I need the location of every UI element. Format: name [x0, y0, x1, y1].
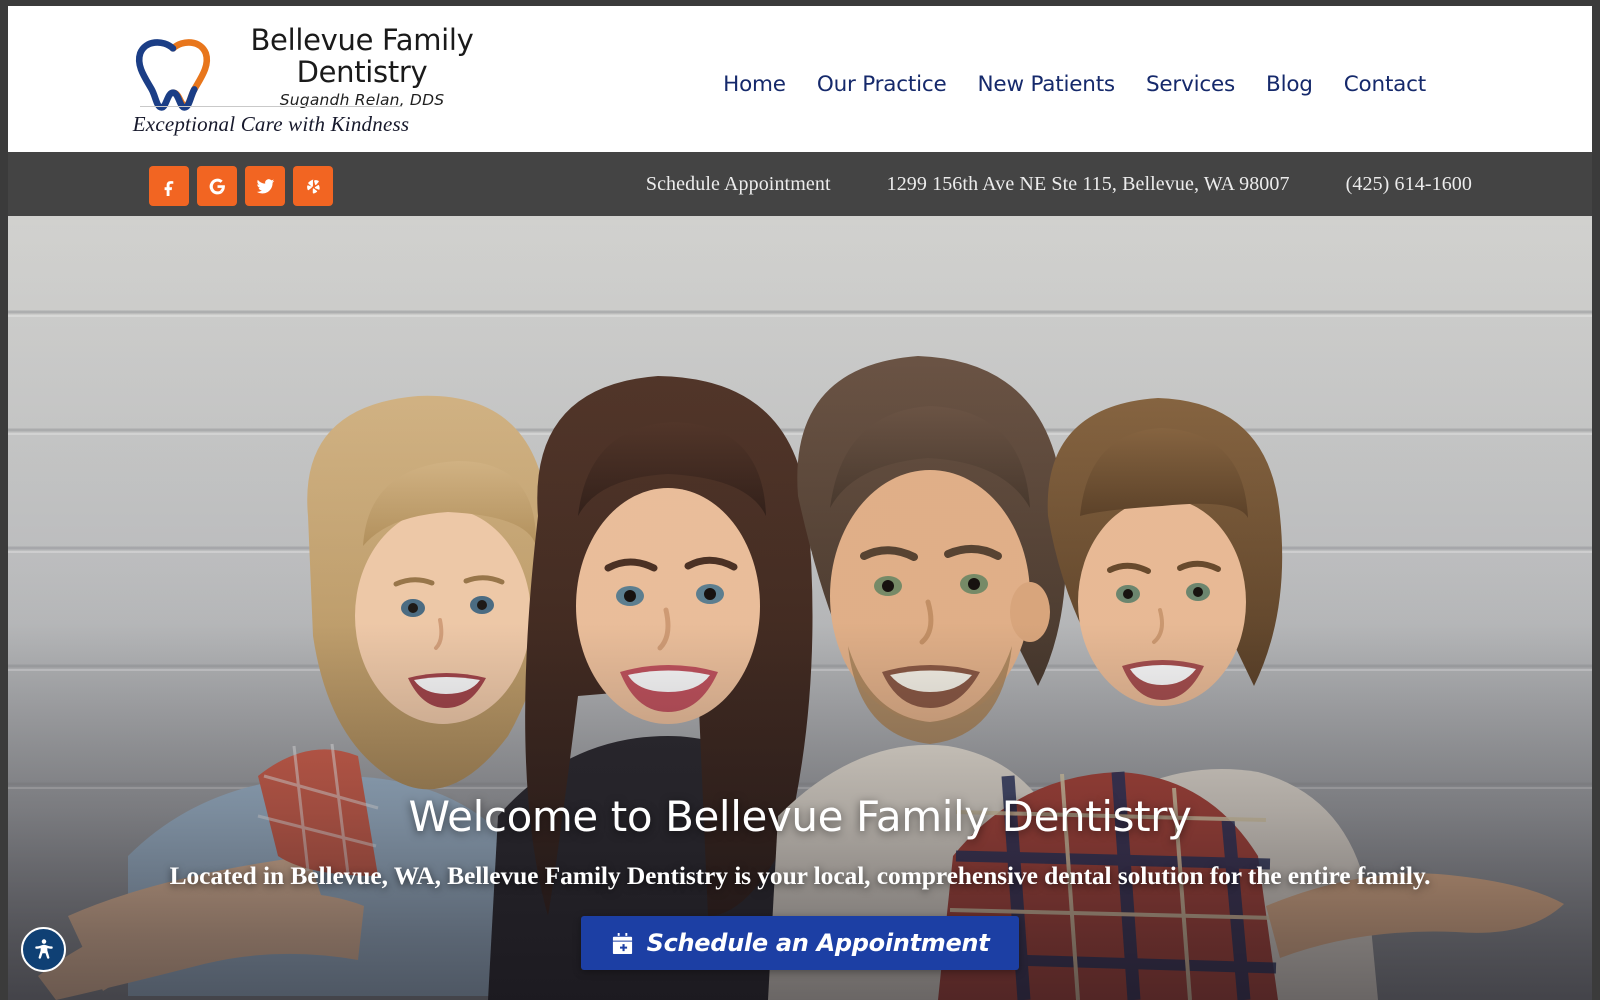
site-logo[interactable]: Bellevue Family Dentistry Sugandh Relan,… — [132, 24, 502, 136]
schedule-appointment-button[interactable]: Schedule an Appointment — [580, 916, 1020, 970]
hero-content: Welcome to Bellevue Family Dentistry Loc… — [8, 216, 1592, 1000]
facebook-icon[interactable] — [149, 166, 189, 206]
google-icon[interactable] — [197, 166, 237, 206]
nav-item-services[interactable]: Services — [1146, 72, 1235, 97]
site-header: Bellevue Family Dentistry Sugandh Relan,… — [8, 6, 1592, 152]
nav-item-our-practice[interactable]: Our Practice — [817, 72, 947, 97]
twitter-icon[interactable] — [245, 166, 285, 206]
logo-wordmark: Bellevue Family Dentistry Sugandh Relan,… — [222, 24, 502, 109]
accessibility-icon[interactable] — [21, 927, 66, 972]
browser-frame: Bellevue Family Dentistry Sugandh Relan,… — [0, 0, 1600, 1000]
practice-phone[interactable]: (425) 614-1600 — [1346, 173, 1472, 196]
schedule-appointment-link[interactable]: Schedule Appointment — [646, 173, 831, 196]
tooth-icon — [132, 32, 214, 114]
logo-tagline: Exceptional Care with Kindness — [132, 112, 410, 136]
calendar-plus-icon — [611, 932, 634, 955]
practice-address[interactable]: 1299 156th Ave NE Ste 115, Bellevue, WA … — [887, 173, 1290, 196]
yelp-icon[interactable] — [293, 166, 333, 206]
logo-divider — [140, 106, 402, 107]
nav-item-home[interactable]: Home — [723, 72, 786, 97]
nav-item-contact[interactable]: Contact — [1344, 72, 1426, 97]
hero-subtitle: Located in Bellevue, WA, Bellevue Family… — [169, 861, 1431, 890]
logo-name: Bellevue Family Dentistry — [250, 23, 474, 89]
hero-banner: Welcome to Bellevue Family Dentistry Loc… — [8, 216, 1592, 1000]
social-links — [149, 166, 333, 206]
nav-item-blog[interactable]: Blog — [1266, 72, 1313, 97]
cta-label: Schedule an Appointment — [646, 929, 990, 957]
page-viewport: Bellevue Family Dentistry Sugandh Relan,… — [8, 6, 1592, 1000]
nav-item-new-patients[interactable]: New Patients — [978, 72, 1116, 97]
utility-bar: Schedule Appointment 1299 156th Ave NE S… — [8, 152, 1592, 216]
hero-title: Welcome to Bellevue Family Dentistry — [408, 792, 1192, 841]
main-navigation: Home Our Practice New Patients Services … — [723, 72, 1426, 97]
utility-info: Schedule Appointment 1299 156th Ave NE S… — [646, 152, 1472, 216]
